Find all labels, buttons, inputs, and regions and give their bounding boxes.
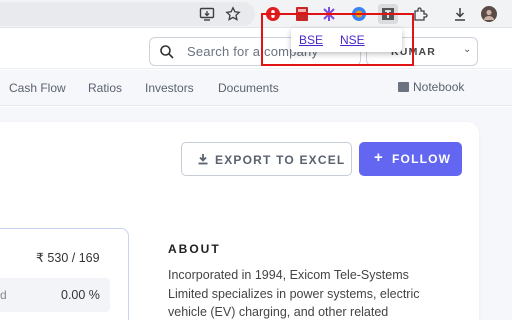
profile-avatar-icon[interactable] (480, 5, 498, 23)
site-header: Search for a company KUMAR ⌄ (0, 29, 512, 69)
follow-button[interactable]: + FOLLOW (359, 142, 462, 176)
notebook-label: Notebook (413, 80, 465, 94)
about-heading: ABOUT (168, 242, 221, 256)
dividend-yield-value: 0.00 % (61, 288, 100, 302)
download-icon (198, 154, 208, 165)
high-low-value: ₹ 530 / 169 (36, 251, 100, 265)
notebook-icon (398, 82, 409, 92)
export-to-excel-button[interactable]: EXPORT TO EXCEL (181, 142, 352, 176)
tab-documents[interactable]: Documents (218, 81, 279, 95)
ratio-label: d (0, 288, 7, 302)
plus-icon: + (374, 149, 383, 166)
address-bar[interactable] (0, 2, 255, 26)
chevron-down-icon: ⌄ (463, 44, 472, 55)
notebook-link[interactable]: Notebook (398, 80, 464, 94)
bookmark-star-icon[interactable] (224, 5, 242, 23)
section-tabs: Cash Flow Ratios Investors Documents Not… (0, 70, 512, 106)
install-app-icon[interactable] (198, 5, 216, 23)
download-icon[interactable] (451, 5, 469, 23)
export-label: EXPORT TO EXCEL (215, 153, 346, 167)
tab-ratios[interactable]: Ratios (88, 81, 122, 95)
follow-label: FOLLOW (392, 152, 452, 166)
search-icon (160, 45, 174, 59)
browser-toolbar (0, 0, 512, 28)
highlight-frame (261, 13, 414, 66)
tab-cash-flow[interactable]: Cash Flow (9, 81, 66, 95)
about-text: Incorporated in 1994, Exicom Tele-System… (168, 268, 420, 319)
tab-investors[interactable]: Investors (145, 81, 194, 95)
